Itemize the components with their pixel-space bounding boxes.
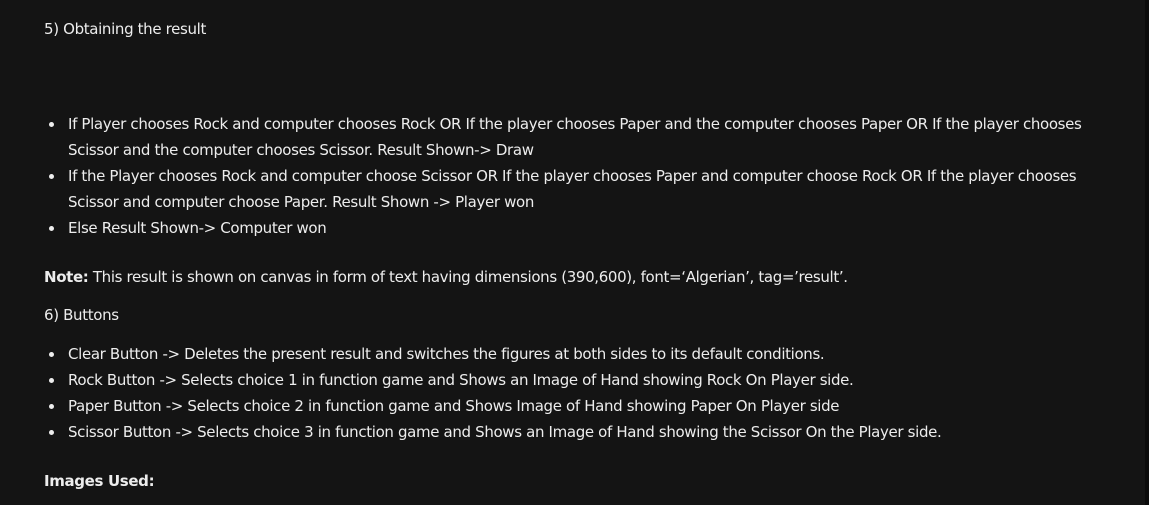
result-rules-list: If Player chooses Rock and computer choo… — [44, 111, 1084, 241]
scrollbar-track[interactable] — [1145, 0, 1149, 505]
list-item: Else Result Shown-> Computer won — [44, 215, 1084, 241]
note-label: Note: — [44, 268, 89, 286]
list-item: Paper Button -> Selects choice 2 in func… — [44, 393, 1084, 419]
note-text: This result is shown on canvas in form o… — [88, 268, 848, 286]
section-heading-buttons: 6) Buttons — [44, 306, 119, 324]
result-note: Note: This result is shown on canvas in … — [44, 268, 848, 286]
list-item: Scissor Button -> Selects choice 3 in fu… — [44, 419, 1084, 445]
list-item: If the Player chooses Rock and computer … — [44, 163, 1084, 215]
list-item: If Player chooses Rock and computer choo… — [44, 111, 1084, 163]
section-heading-obtaining-result: 5) Obtaining the result — [44, 20, 206, 38]
images-used-heading: Images Used: — [44, 472, 155, 490]
list-item: Clear Button -> Deletes the present resu… — [44, 341, 1084, 367]
buttons-description-list: Clear Button -> Deletes the present resu… — [44, 341, 1084, 445]
list-item: Rock Button -> Selects choice 1 in funct… — [44, 367, 1084, 393]
